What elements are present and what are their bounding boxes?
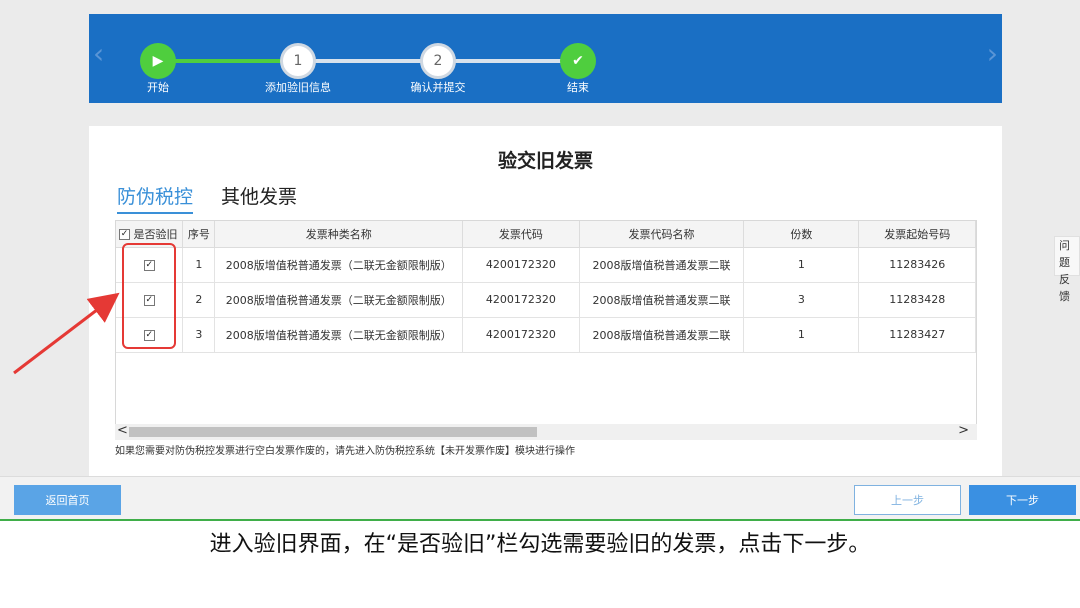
- prev-step-button[interactable]: 上一步: [854, 485, 961, 515]
- feedback-line-2: 反馈: [1059, 273, 1070, 303]
- feedback-line-1: 问题: [1059, 239, 1070, 269]
- tutorial-caption: 进入验旧界面，在“是否验旧”栏勾选需要验旧的发票，点击下一步。: [0, 521, 1080, 608]
- feedback-side-tab[interactable]: 问题 反馈: [1054, 236, 1080, 303]
- action-bar: 返回首页 上一步 下一步: [0, 476, 1080, 520]
- home-button[interactable]: 返回首页: [14, 485, 121, 515]
- next-step-button[interactable]: 下一步: [969, 485, 1076, 515]
